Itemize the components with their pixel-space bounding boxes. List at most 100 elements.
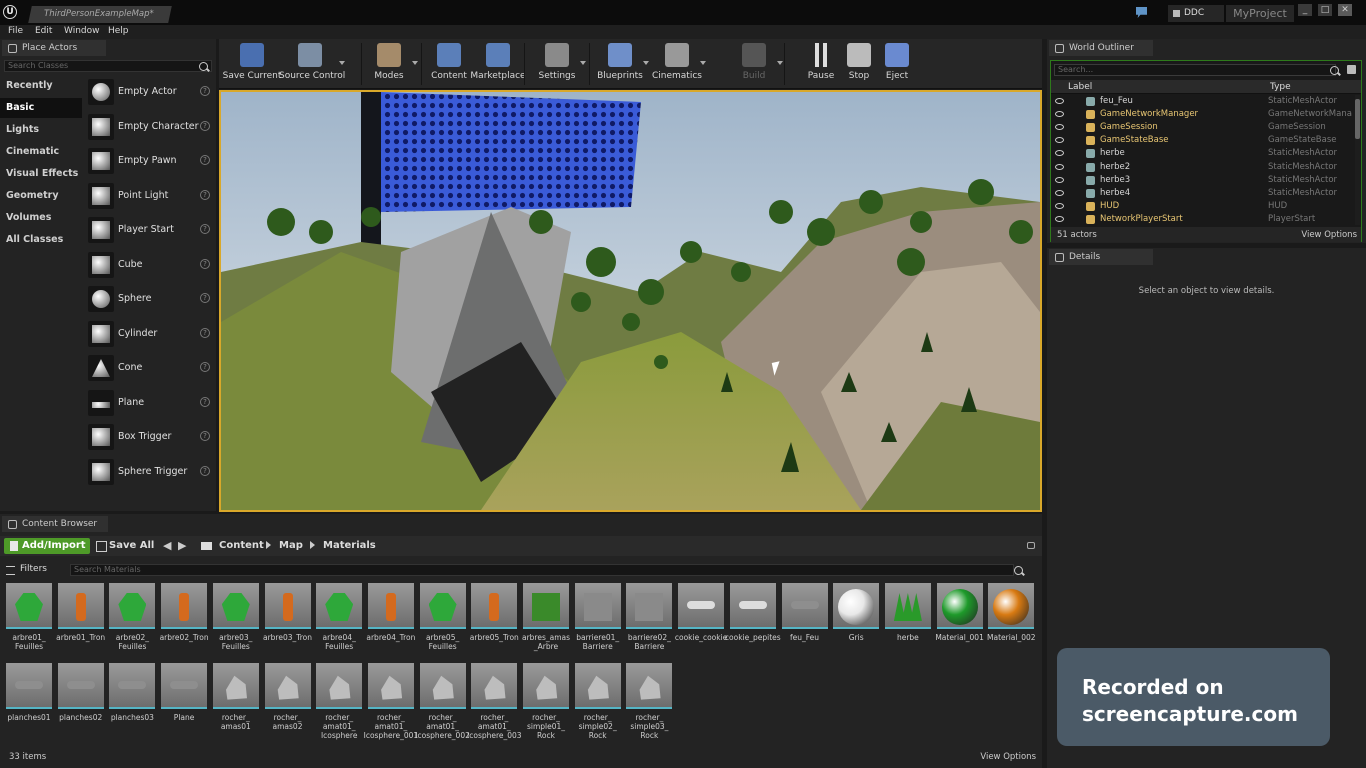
help-icon[interactable]: ? bbox=[200, 327, 210, 338]
outliner-row[interactable]: GameSession GameSession bbox=[1051, 121, 1351, 134]
asset-tile[interactable]: rocher_ simple02_ Rock bbox=[574, 660, 621, 740]
outliner-row[interactable]: HUD HUD bbox=[1051, 200, 1351, 213]
breadcrumb-content[interactable]: Content bbox=[219, 540, 264, 551]
asset-tile[interactable]: rocher_ amat01_ Icosphere_001 bbox=[364, 660, 418, 740]
toolbar-source-control-button[interactable]: Source Control bbox=[279, 41, 345, 87]
asset-tile[interactable]: cookie_cookie bbox=[675, 580, 727, 656]
outliner-view-options-button[interactable]: View Options bbox=[1301, 230, 1357, 240]
actor-item-player-start[interactable]: Player Start? bbox=[86, 214, 214, 246]
search-classes-input[interactable]: Search Classes bbox=[4, 60, 212, 72]
asset-tile[interactable]: rocher_ amas01 bbox=[212, 660, 259, 736]
asset-search-icon[interactable] bbox=[1014, 566, 1023, 575]
asset-tile[interactable]: Material_001 bbox=[935, 580, 984, 656]
outliner-row[interactable]: herbe StaticMeshActor bbox=[1051, 147, 1351, 160]
menu-help[interactable]: Help bbox=[108, 26, 129, 36]
toolbar-blueprints-button[interactable]: Blueprints bbox=[595, 41, 645, 87]
asset-tile[interactable]: arbre02_ Feuilles bbox=[109, 580, 156, 656]
actor-item-sphere[interactable]: Sphere? bbox=[86, 283, 214, 315]
asset-tile[interactable]: rocher_ amat01_ Icosphere_003 bbox=[467, 660, 522, 740]
help-icon[interactable]: ? bbox=[200, 86, 210, 96]
help-icon[interactable]: ? bbox=[200, 155, 210, 165]
actor-item-empty-actor[interactable]: Empty Actor? bbox=[86, 76, 214, 108]
toolbar-eject-button[interactable]: Eject bbox=[872, 41, 922, 87]
menu-edit[interactable]: Edit bbox=[35, 26, 52, 36]
category-cinematic[interactable]: Cinematic bbox=[0, 142, 82, 162]
place-actors-tab[interactable]: Place Actors bbox=[2, 40, 106, 56]
visibility-eye-icon[interactable] bbox=[1055, 176, 1064, 183]
dropdown-arrow-icon[interactable] bbox=[643, 61, 649, 65]
actor-item-cylinder[interactable]: Cylinder? bbox=[86, 318, 214, 350]
asset-tile[interactable]: planches02 bbox=[57, 660, 104, 736]
visibility-eye-icon[interactable] bbox=[1055, 137, 1064, 144]
category-lights[interactable]: Lights bbox=[0, 120, 82, 140]
category-volumes[interactable]: Volumes bbox=[0, 208, 82, 228]
help-icon[interactable]: ? bbox=[200, 224, 210, 234]
asset-tile[interactable]: Gris bbox=[833, 580, 880, 656]
forward-arrow-icon[interactable]: ▶ bbox=[178, 539, 186, 552]
breadcrumb-materials[interactable]: Materials bbox=[323, 540, 376, 551]
outliner-scrollbar[interactable] bbox=[1355, 95, 1360, 225]
breadcrumb-separator-icon[interactable] bbox=[266, 541, 271, 549]
toolbar-marketplace-button[interactable]: Marketplace bbox=[467, 41, 529, 87]
asset-tile[interactable]: rocher_ simple03_ Rock bbox=[626, 660, 673, 740]
asset-tile[interactable]: arbre04_ Feuilles bbox=[316, 580, 363, 656]
dropdown-arrow-icon[interactable] bbox=[777, 61, 783, 65]
asset-tile[interactable]: barriere01_ Barriere bbox=[574, 580, 621, 656]
minimize-button[interactable]: _ bbox=[1298, 4, 1312, 16]
category-basic[interactable]: Basic bbox=[0, 98, 82, 118]
category-all-classes[interactable]: All Classes bbox=[0, 230, 82, 250]
asset-tile[interactable]: arbre05_Tron bbox=[470, 580, 519, 656]
asset-tile[interactable]: arbre01_Tron bbox=[56, 580, 105, 656]
outliner-row[interactable]: herbe4 StaticMeshActor bbox=[1051, 187, 1351, 200]
asset-tile[interactable]: arbre03_ Feuilles bbox=[212, 580, 259, 656]
outliner-row[interactable]: feu_Feu StaticMeshActor bbox=[1051, 95, 1351, 108]
asset-tile[interactable]: rocher_ amat01_ Icosphere bbox=[316, 660, 363, 740]
save-all-button[interactable]: Save All bbox=[96, 538, 154, 554]
breadcrumb-separator-icon[interactable] bbox=[310, 541, 315, 549]
help-icon[interactable]: ? bbox=[200, 293, 210, 303]
asset-tile[interactable]: arbre05_ Feuilles bbox=[419, 580, 466, 656]
outliner-row[interactable]: herbe3 StaticMeshActor bbox=[1051, 174, 1351, 187]
lock-icon[interactable] bbox=[1027, 542, 1035, 549]
actor-item-box-trigger[interactable]: Box Trigger? bbox=[86, 421, 214, 453]
asset-tile[interactable]: planches03 bbox=[109, 660, 156, 736]
actor-item-empty-character[interactable]: Empty Character? bbox=[86, 111, 214, 143]
asset-tile[interactable]: Material_002 bbox=[987, 580, 1036, 656]
asset-tile[interactable]: Plane bbox=[161, 660, 208, 736]
asset-tile[interactable]: cookie_pepites bbox=[725, 580, 781, 656]
add-import-button[interactable]: Add/Import bbox=[4, 538, 90, 554]
dropdown-arrow-icon[interactable] bbox=[412, 61, 418, 65]
asset-tile[interactable]: arbre01_ Feuilles bbox=[6, 580, 52, 656]
column-type[interactable]: Type bbox=[1270, 82, 1291, 92]
outliner-search-icon[interactable] bbox=[1330, 66, 1339, 75]
actor-item-cone[interactable]: Cone? bbox=[86, 352, 214, 384]
dropdown-arrow-icon[interactable] bbox=[700, 61, 706, 65]
actor-item-cube[interactable]: Cube? bbox=[86, 249, 214, 281]
visibility-eye-icon[interactable] bbox=[1055, 202, 1064, 209]
asset-tile[interactable]: barriere02_ Barriere bbox=[626, 580, 673, 656]
content-view-options-button[interactable]: View Options bbox=[980, 752, 1036, 762]
visibility-eye-icon[interactable] bbox=[1055, 98, 1064, 104]
dropdown-arrow-icon[interactable] bbox=[580, 61, 586, 65]
search-icon[interactable] bbox=[199, 62, 208, 71]
dropdown-arrow-icon[interactable] bbox=[339, 61, 345, 65]
feedback-icon[interactable] bbox=[1136, 7, 1147, 18]
outliner-row[interactable]: GameStateBase GameStateBase bbox=[1051, 134, 1351, 147]
details-tab[interactable]: Details bbox=[1049, 249, 1153, 265]
menu-file[interactable]: File bbox=[8, 26, 23, 36]
ddc-button[interactable]: DDC bbox=[1168, 5, 1224, 22]
category-geometry[interactable]: Geometry bbox=[0, 186, 82, 206]
actor-item-plane[interactable]: Plane? bbox=[86, 387, 214, 419]
outliner-add-icon[interactable] bbox=[1347, 65, 1356, 74]
project-name-button[interactable]: MyProject bbox=[1226, 5, 1294, 22]
toolbar-settings-button[interactable]: Settings bbox=[532, 41, 582, 87]
help-icon[interactable]: ? bbox=[200, 362, 210, 372]
asset-tile[interactable]: arbre04_Tron bbox=[366, 580, 415, 656]
toolbar-save-current-button[interactable]: Save Current bbox=[221, 41, 283, 87]
visibility-eye-icon[interactable] bbox=[1055, 189, 1064, 196]
back-arrow-icon[interactable]: ◀ bbox=[163, 539, 171, 552]
asset-tile[interactable]: planches01 bbox=[6, 660, 52, 736]
category-visual-effects[interactable]: Visual Effects bbox=[0, 164, 82, 184]
asset-tile[interactable]: arbre02_Tron bbox=[160, 580, 209, 656]
filters-button[interactable]: Filters bbox=[6, 564, 47, 575]
